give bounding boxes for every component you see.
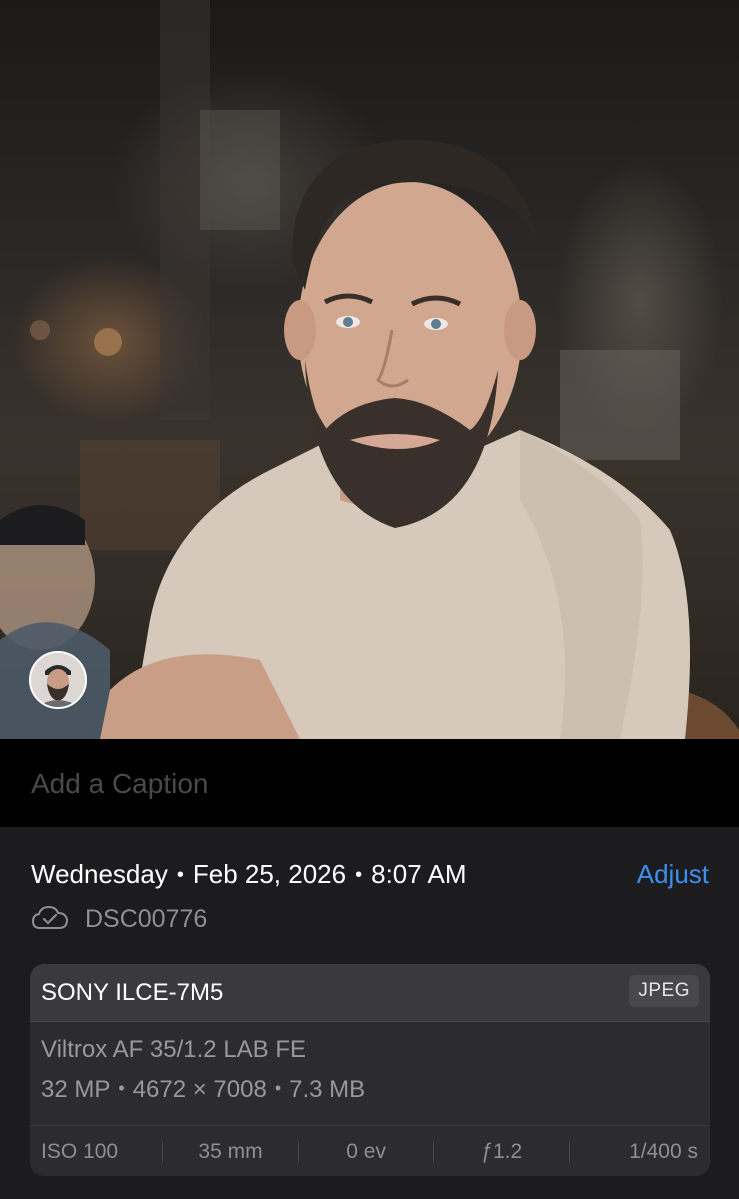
exif-row: ISO 100 35 mm 0 ev ƒ1.2 1/400 s [30, 1125, 710, 1176]
megapixels: 32 MP [41, 1076, 111, 1103]
file-name: DSC00776 [85, 904, 208, 933]
photo-viewer[interactable] [0, 0, 739, 739]
adjust-button[interactable]: Adjust [637, 859, 709, 890]
caption-input[interactable]: Add a Caption [31, 768, 208, 800]
camera-model: SONY ILCE-7M5 [41, 979, 224, 1006]
date-label: Feb 25, 2026 [192, 859, 347, 889]
exif-aperture: ƒ1.2 [481, 1139, 523, 1163]
specs-separator: • [118, 1078, 125, 1098]
portrait-photo [0, 0, 739, 739]
file-row: DSC00776 [31, 903, 207, 935]
time-label: 8:07 AM [371, 859, 467, 889]
camera-header: SONY ILCE-7M5 JPEG [30, 964, 710, 1022]
capture-date: Wednesday • Feb 25, 2026 • 8:07 AM [31, 859, 467, 890]
exif-shutter-speed: 1/400 s [629, 1139, 698, 1163]
file-size: 7.3 MB [289, 1076, 366, 1103]
time-separator: • [355, 864, 363, 886]
face-avatar-icon[interactable] [29, 651, 87, 709]
exif-exposure-value: 0 ev [346, 1139, 386, 1163]
format-badge: JPEG [629, 975, 699, 1007]
cloud-checkmark-icon [31, 904, 69, 935]
date-separator: • [176, 864, 184, 886]
lens-name: Viltrox AF 35/1.2 LAB FE [41, 1036, 307, 1063]
specs-separator: • [274, 1078, 282, 1098]
image-specs: 32 MP • 4672 × 7008 • 7.3 MB [41, 1076, 365, 1104]
exif-iso: ISO 100 [41, 1139, 119, 1163]
camera-info-card: SONY ILCE-7M5 JPEG Viltrox AF 35/1.2 LAB… [30, 964, 710, 1176]
day-label: Wednesday [31, 859, 168, 889]
exif-focal-length: 35 mm [198, 1139, 263, 1163]
dimensions: 4672 × 7008 [132, 1076, 267, 1103]
